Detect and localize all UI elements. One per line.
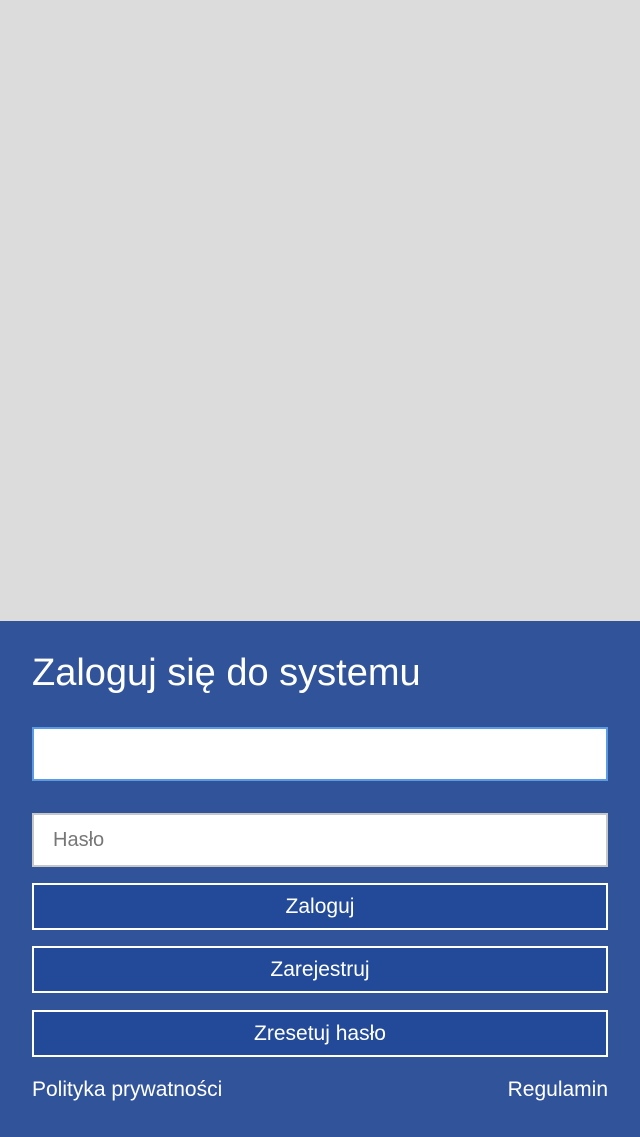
register-button[interactable]: Zarejestruj (32, 946, 608, 993)
login-panel (0, 621, 640, 1137)
password-input[interactable] (32, 813, 608, 867)
login-button[interactable]: Zaloguj (32, 883, 608, 930)
page-title: Zaloguj się do systemu (32, 652, 421, 694)
privacy-policy-link[interactable]: Polityka prywatności (32, 1076, 222, 1104)
hero-image-area (0, 0, 640, 621)
reset-password-button[interactable]: Zresetuj hasło (32, 1010, 608, 1057)
login-screen: Zaloguj się do systemu Zaloguj Zarejestr… (0, 0, 640, 1137)
terms-link[interactable]: Regulamin (508, 1076, 608, 1104)
username-input[interactable] (32, 727, 608, 781)
